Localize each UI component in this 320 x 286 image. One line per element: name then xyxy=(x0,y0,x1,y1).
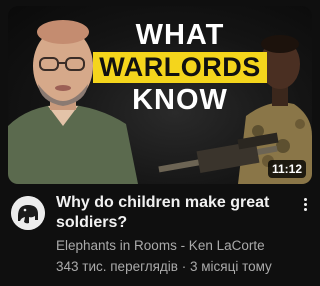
view-count: 343 тис. переглядів xyxy=(56,259,178,274)
video-title[interactable]: Why do children make great soldiers? xyxy=(56,193,288,233)
more-vert-icon[interactable] xyxy=(296,196,314,218)
channel-avatar[interactable] xyxy=(11,196,45,230)
duration-badge: 11:12 xyxy=(267,160,306,178)
video-thumbnail[interactable]: WHAT WARLORDS KNOW 11:12 xyxy=(8,6,312,184)
elephant-logo-icon xyxy=(11,196,45,230)
caption-line-know: KNOW xyxy=(132,84,228,116)
meta-separator: · xyxy=(181,259,187,274)
channel-name[interactable]: Elephants in Rooms - Ken LaCorte xyxy=(56,238,265,253)
caption-line-warlords: WARLORDS xyxy=(93,52,267,83)
upload-age: 3 місяці тому xyxy=(189,259,272,274)
caption-line-what: WHAT xyxy=(135,19,225,51)
thumbnail-caption: WHAT WARLORDS KNOW xyxy=(8,20,312,115)
video-meta: 343 тис. переглядів · 3 місяці тому xyxy=(56,259,272,274)
